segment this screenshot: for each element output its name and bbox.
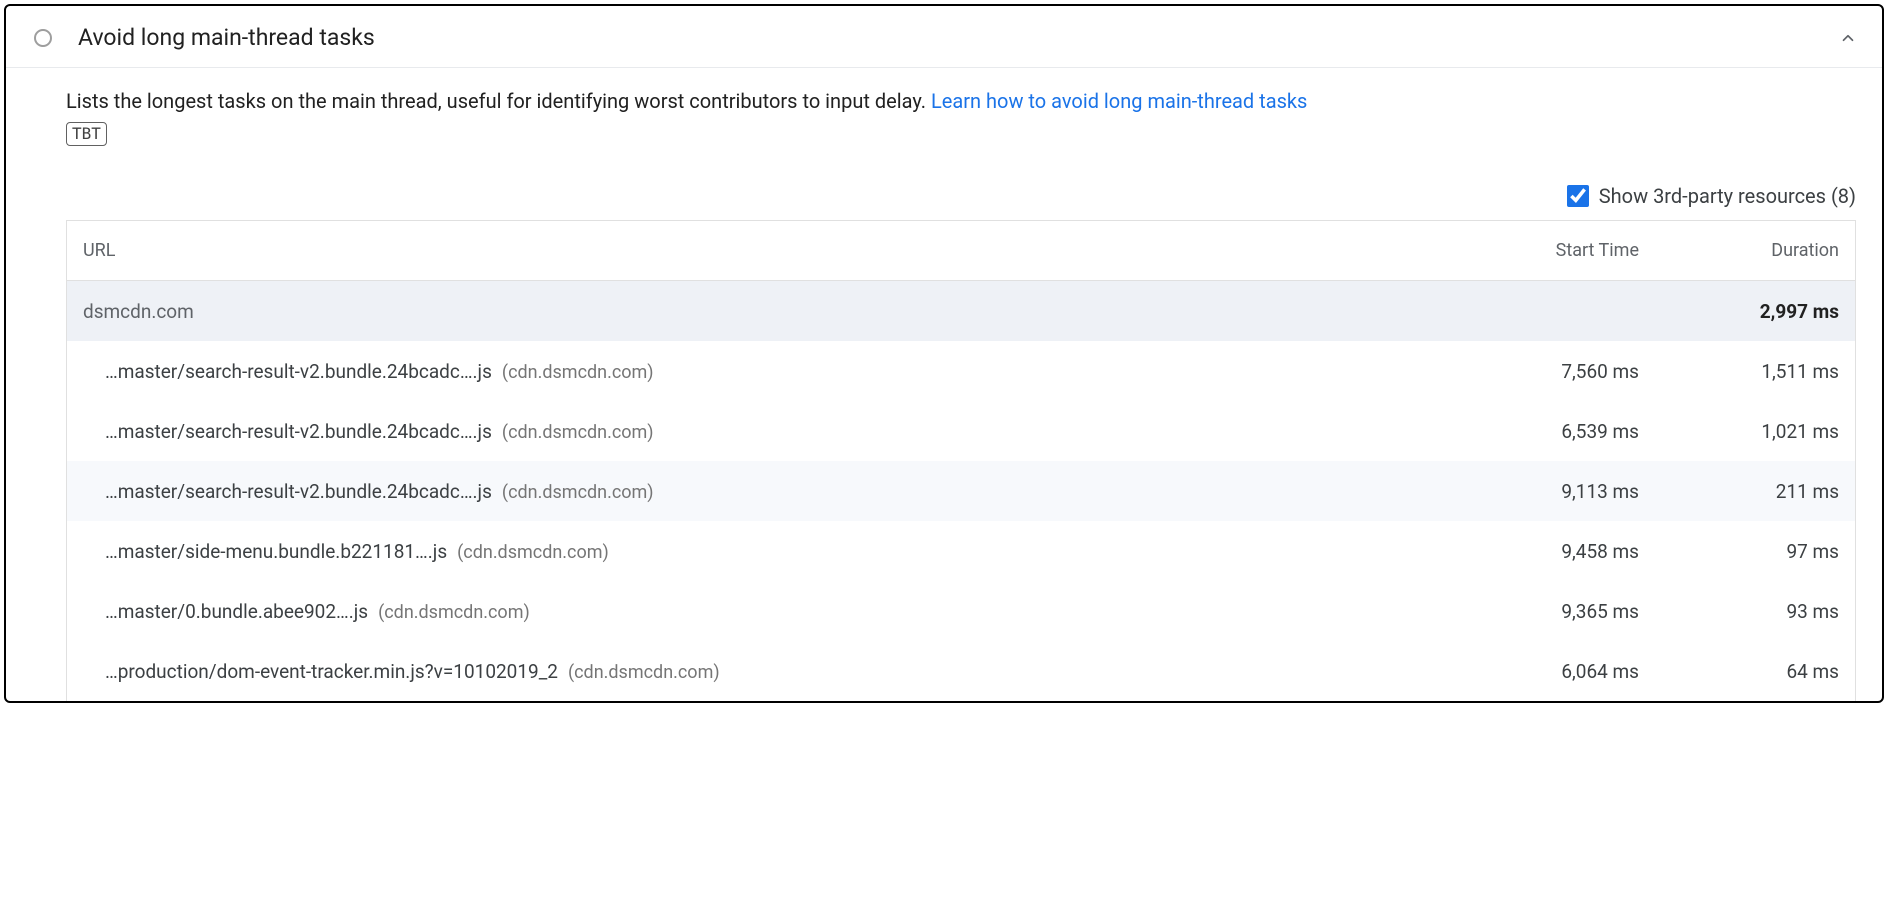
chevron-up-icon[interactable] xyxy=(1838,28,1858,48)
learn-more-link[interactable]: Learn how to avoid long main-thread task… xyxy=(931,89,1307,113)
table-row[interactable]: …master/0.bundle.abee902….js (cdn.dsmcdn.… xyxy=(67,581,1855,641)
url-path: …master/search-result-v2.bundle.24bcadc…… xyxy=(105,480,492,503)
audit-header[interactable]: Avoid long main-thread tasks xyxy=(6,6,1882,68)
url-path: …master/search-result-v2.bundle.24bcadc…… xyxy=(105,360,492,383)
cell-url: …master/search-result-v2.bundle.24bcadc…… xyxy=(83,420,1439,443)
group-duration: 2,997 ms xyxy=(1639,300,1839,323)
cell-start-time: 6,539 ms xyxy=(1439,420,1639,443)
cell-duration: 93 ms xyxy=(1639,600,1839,623)
url-path: …master/search-result-v2.bundle.24bcadc…… xyxy=(105,420,492,443)
table-group-row[interactable]: dsmcdn.com 2,997 ms xyxy=(67,281,1855,341)
url-path: …master/0.bundle.abee902….js xyxy=(105,600,368,623)
url-host: (cdn.dsmcdn.com) xyxy=(457,542,609,563)
table-row[interactable]: …master/side-menu.bundle.b221181….js (cdn… xyxy=(67,521,1855,581)
url-host: (cdn.dsmcdn.com) xyxy=(568,662,720,683)
cell-start-time: 9,458 ms xyxy=(1439,540,1639,563)
status-circle-icon xyxy=(34,29,52,47)
col-header-duration: Duration xyxy=(1639,240,1839,261)
table-row[interactable]: …master/search-result-v2.bundle.24bcadc…… xyxy=(67,341,1855,401)
tasks-table: URL Start Time Duration dsmcdn.com 2,997… xyxy=(66,220,1856,701)
cell-duration: 64 ms xyxy=(1639,660,1839,683)
url-host: (cdn.dsmcdn.com) xyxy=(502,422,654,443)
url-host: (cdn.dsmcdn.com) xyxy=(378,602,530,623)
url-path: …production/dom-event-tracker.min.js?v=1… xyxy=(105,660,558,683)
third-party-checkbox[interactable] xyxy=(1567,185,1589,207)
cell-start-time: 9,365 ms xyxy=(1439,600,1639,623)
table-row[interactable]: …master/search-result-v2.bundle.24bcadc…… xyxy=(67,401,1855,461)
description-text: Lists the longest tasks on the main thre… xyxy=(66,89,931,113)
tbt-badge-row: TBT xyxy=(66,122,1856,146)
col-header-start: Start Time xyxy=(1439,240,1639,261)
audit-panel: Avoid long main-thread tasks Lists the l… xyxy=(4,4,1884,703)
group-host: dsmcdn.com xyxy=(83,300,1439,323)
cell-duration: 1,511 ms xyxy=(1639,360,1839,383)
third-party-toggle-row: Show 3rd-party resources (8) xyxy=(66,182,1856,210)
cell-start-time: 7,560 ms xyxy=(1439,360,1639,383)
cell-url: …production/dom-event-tracker.min.js?v=1… xyxy=(83,660,1439,683)
audit-body: Lists the longest tasks on the main thre… xyxy=(6,68,1882,701)
table-row[interactable]: …production/dom-event-tracker.min.js?v=1… xyxy=(67,641,1855,701)
audit-title: Avoid long main-thread tasks xyxy=(78,24,1838,51)
cell-duration: 211 ms xyxy=(1639,480,1839,503)
cell-start-time: 9,113 ms xyxy=(1439,480,1639,503)
cell-url: …master/search-result-v2.bundle.24bcadc…… xyxy=(83,360,1439,383)
cell-duration: 1,021 ms xyxy=(1639,420,1839,443)
col-header-url: URL xyxy=(83,240,1439,261)
audit-description: Lists the longest tasks on the main thre… xyxy=(66,86,1856,116)
url-host: (cdn.dsmcdn.com) xyxy=(502,362,654,383)
url-host: (cdn.dsmcdn.com) xyxy=(502,482,654,503)
cell-url: …master/0.bundle.abee902….js (cdn.dsmcdn.… xyxy=(83,600,1439,623)
cell-start-time: 6,064 ms xyxy=(1439,660,1639,683)
table-header-row: URL Start Time Duration xyxy=(67,221,1855,281)
cell-url: …master/search-result-v2.bundle.24bcadc…… xyxy=(83,480,1439,503)
third-party-label[interactable]: Show 3rd-party resources (8) xyxy=(1599,184,1856,208)
url-path: …master/side-menu.bundle.b221181….js xyxy=(105,540,447,563)
cell-duration: 97 ms xyxy=(1639,540,1839,563)
tbt-badge: TBT xyxy=(66,122,107,146)
table-row[interactable]: …master/search-result-v2.bundle.24bcadc…… xyxy=(67,461,1855,521)
cell-url: …master/side-menu.bundle.b221181….js (cdn… xyxy=(83,540,1439,563)
